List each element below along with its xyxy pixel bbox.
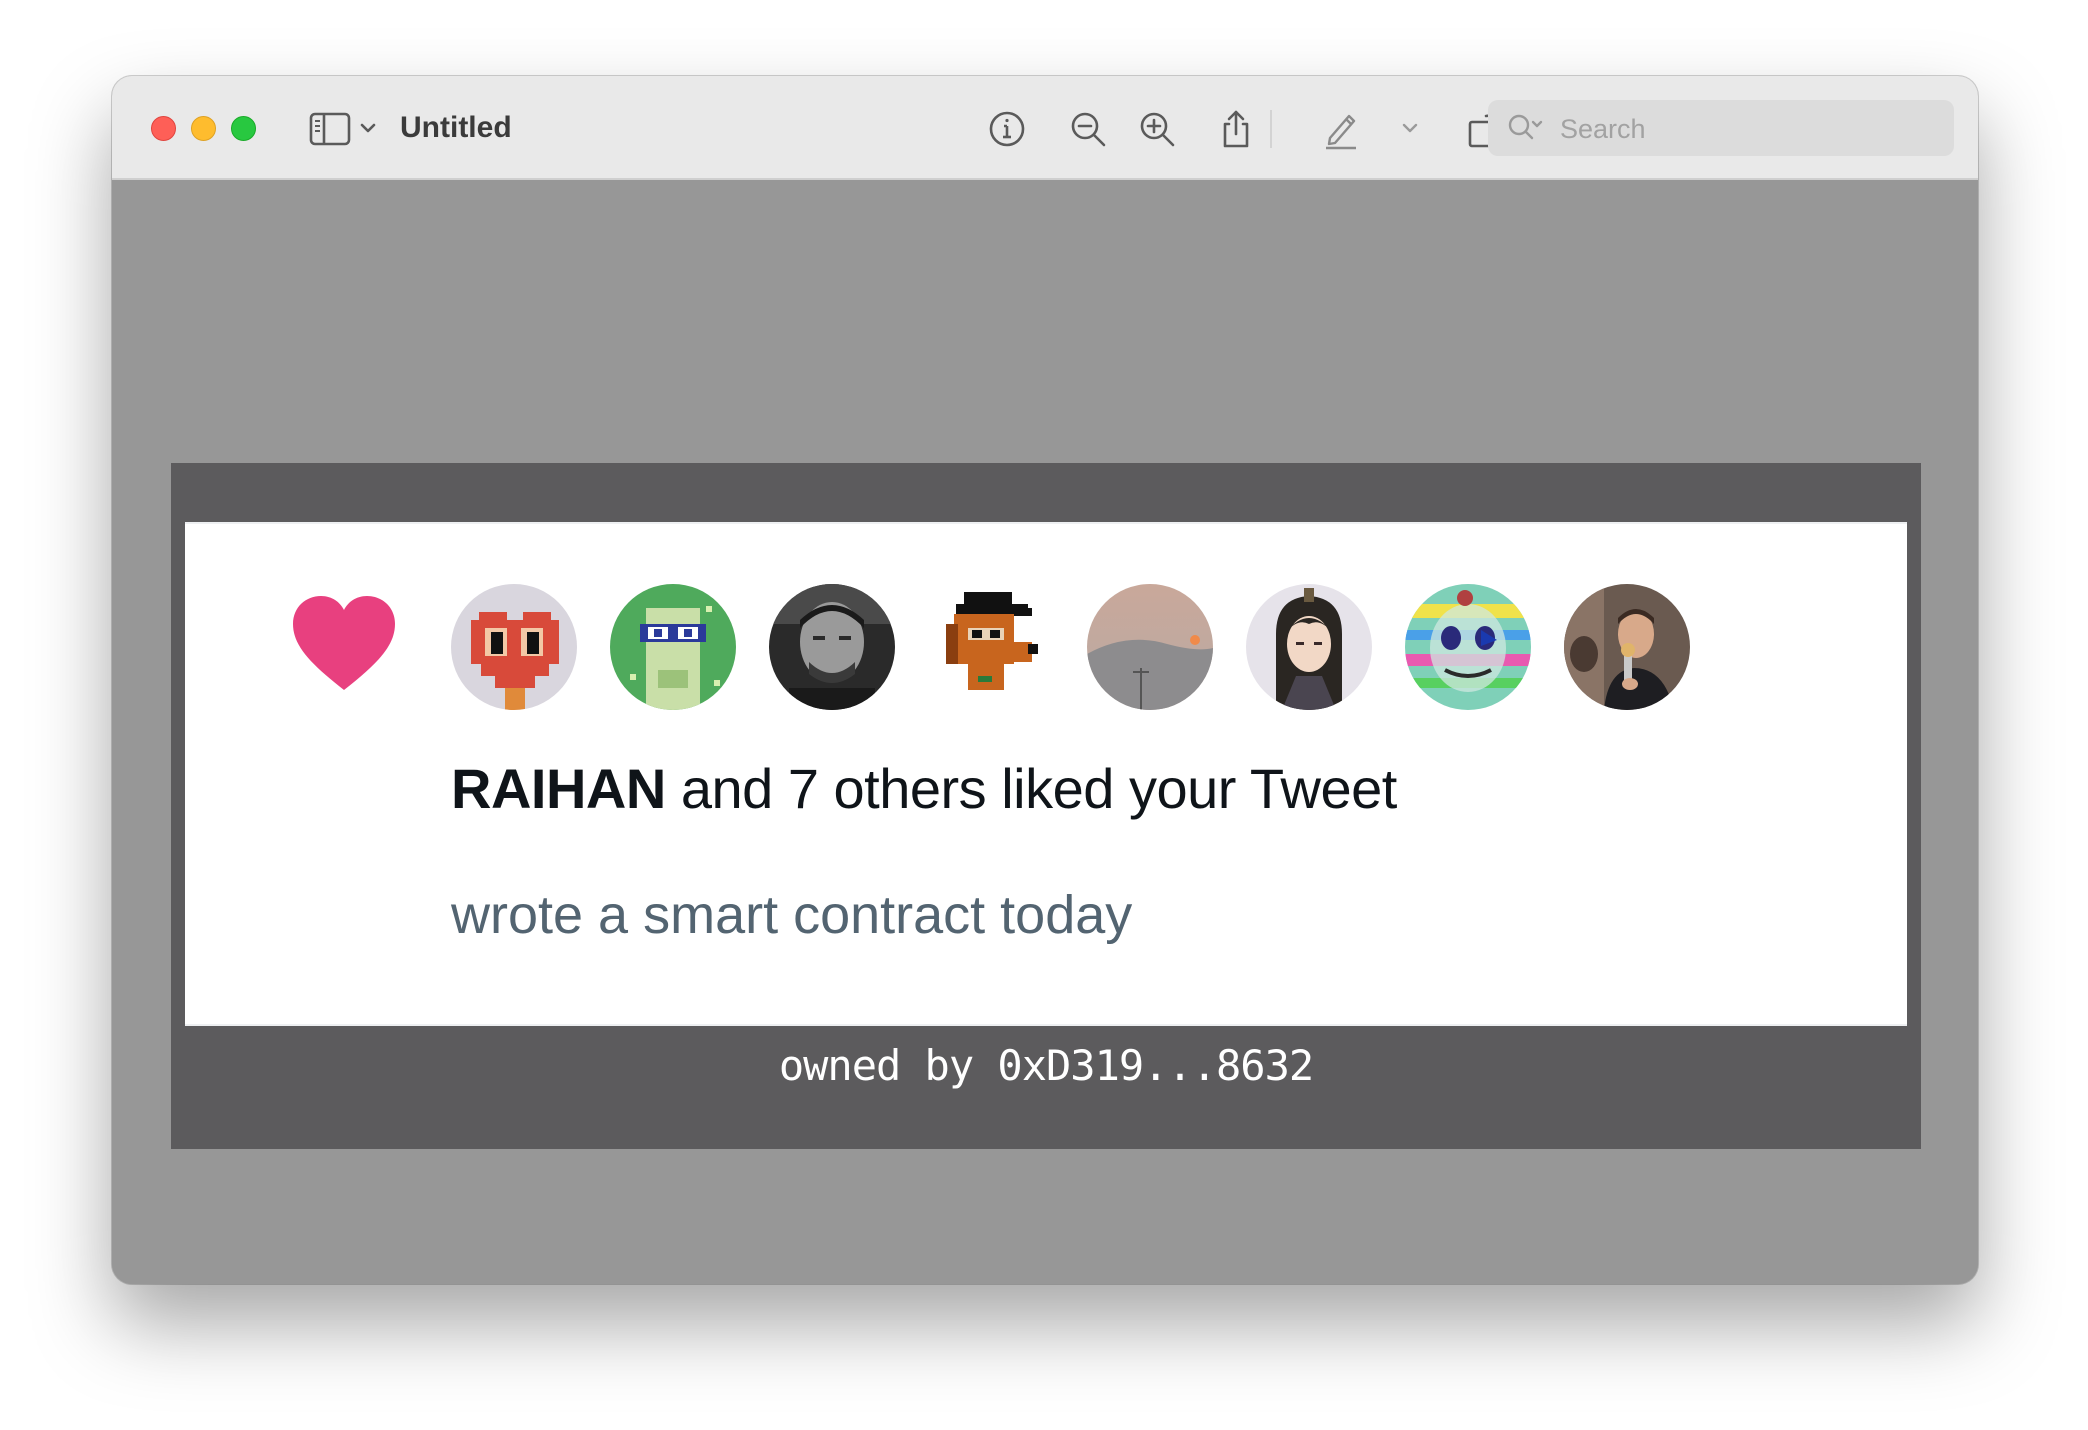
toolbar-divider (1270, 110, 1272, 148)
like-summary-text: and 7 others liked your Tweet (665, 757, 1398, 820)
anime-character-avatar[interactable] (1246, 584, 1372, 710)
pixel-nerd-avatar[interactable] (610, 584, 736, 710)
glitch-art-avatar[interactable] (1405, 584, 1531, 710)
fullscreen-button[interactable] (231, 116, 256, 141)
search-field[interactable] (1488, 100, 1954, 156)
close-button[interactable] (151, 116, 176, 141)
search-icon (1506, 112, 1546, 144)
share-icon[interactable] (1215, 108, 1257, 150)
owner-caption: owned by 0xD319...8632 (778, 1041, 1314, 1090)
nft-image: RAIHAN and 7 others liked your Tweet wro… (171, 463, 1921, 1149)
minimize-button[interactable] (191, 116, 216, 141)
heart-icon (291, 594, 397, 694)
man-photo-avatar[interactable] (769, 584, 895, 710)
sidebar-toggle-icon[interactable] (308, 110, 352, 148)
tweet-notification-card: RAIHAN and 7 others liked your Tweet wro… (185, 522, 1907, 1026)
markup-pencil-icon[interactable] (1320, 108, 1362, 150)
window-title: Untitled (400, 111, 512, 144)
zoom-out-icon[interactable] (1067, 108, 1109, 150)
chevron-down-icon[interactable] (356, 116, 380, 140)
pixel-heart-avatar[interactable] (451, 584, 577, 710)
tweet-text: wrote a smart contract today (451, 885, 1133, 945)
info-icon[interactable] (986, 108, 1028, 150)
document-canvas: RAIHAN and 7 others liked your Tweet wro… (112, 180, 1978, 1284)
search-input[interactable] (1558, 108, 1942, 150)
sunset-landscape-avatar[interactable] (1087, 584, 1213, 710)
preview-window: Untitled Search RAIHAN and 7 others like… (112, 76, 1978, 1284)
man-with-microphone-avatar[interactable] (1564, 584, 1690, 710)
zoom-in-icon[interactable] (1136, 108, 1178, 150)
markup-menu-chevron-icon[interactable] (1398, 116, 1422, 140)
title-bar: Untitled (112, 76, 1978, 180)
liker-name: RAIHAN (451, 757, 666, 820)
like-summary: RAIHAN and 7 others liked your Tweet (451, 756, 1397, 821)
pixel-dog-avatar[interactable] (928, 584, 1054, 710)
